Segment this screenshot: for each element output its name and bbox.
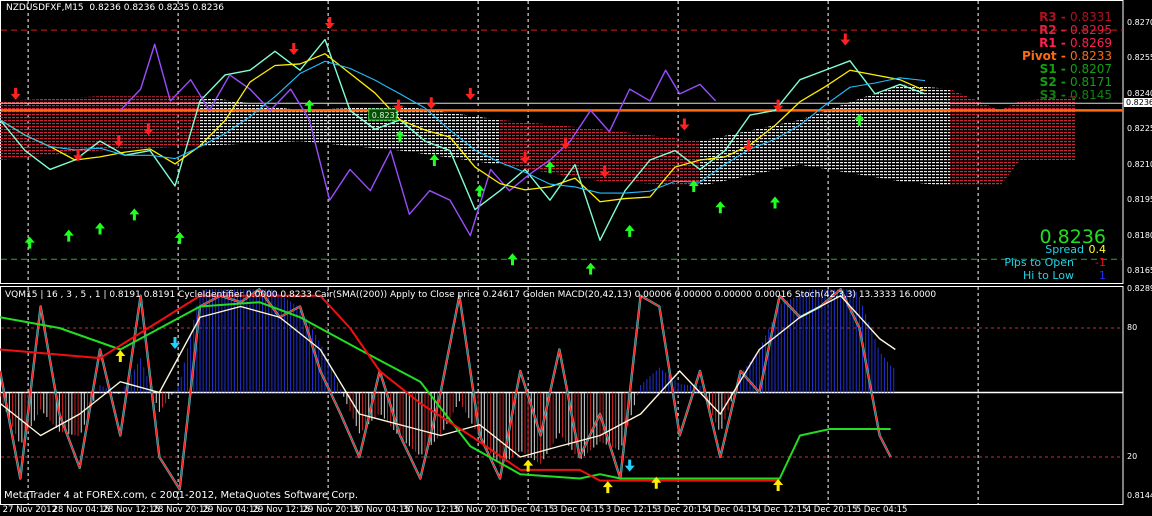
sell-arrow-icon — [465, 87, 476, 100]
time-axis-label: 30 Nov 20:15 — [452, 505, 510, 515]
price-axis-label: 0.8270 — [1127, 18, 1152, 27]
ichimoku-cloud-segment — [1000, 100, 1021, 186]
price-axis-label: 0.8195 — [1127, 195, 1152, 205]
time-axis-label: 28 Nov 12:15 — [102, 505, 160, 515]
hi-to-low-value: 1 — [1099, 269, 1106, 282]
time-axis-label: 29 Nov 04:15 — [202, 505, 260, 515]
osc-axis-label: 80 — [1127, 323, 1138, 332]
time-axis-label: 28 Nov 20:15 — [152, 505, 210, 515]
chart-header: NZDUSDFXF,M15 0.8236 0.8236 0.8235 0.823… — [6, 3, 224, 14]
osc-axis-label: 20 — [1127, 452, 1138, 461]
price-tag: 0.8231 — [368, 108, 400, 121]
ichimoku-cloud-segment — [900, 84, 950, 186]
hi-to-low-label: Hi to Low — [1022, 269, 1074, 282]
pivot-value: 0.8269 — [1070, 36, 1112, 50]
pivot-label: Pivot - — [1021, 49, 1070, 63]
osc-axis-label: 0.8144 — [1127, 491, 1152, 500]
pips-to-open-label: Pips to Open — [1004, 256, 1074, 269]
pivot-label: R2 - — [1039, 23, 1070, 37]
pivot-label: S1 - — [1039, 62, 1070, 76]
time-axis-label: 29 Nov 12:15 — [252, 505, 310, 515]
up-arrow-icon — [115, 349, 126, 362]
ichimoku-cloud-segment — [400, 105, 500, 165]
price-tag-text: 0.8231 — [372, 111, 400, 120]
buy-arrow-icon — [770, 196, 780, 209]
copyright-text: MetaTrader 4 at FOREX.com, c 2001-2012, … — [4, 490, 359, 501]
time-axis-label: 3 Dec 12:15 — [605, 505, 658, 515]
time-axis-label: 30 Nov 04:15 — [352, 505, 410, 515]
time-axis-label: 4 Dec 12:15 — [755, 505, 808, 515]
spread-value: 0.4 — [1088, 243, 1107, 256]
time-axis-label: 28 Nov 04:15 — [52, 505, 110, 515]
price-axis-label: 0.8210 — [1127, 159, 1152, 169]
time-axis-label: 4 Dec 20:15 — [805, 505, 858, 515]
price-axis-label: 0.8240 — [1127, 88, 1152, 98]
pivot-label: R1 - — [1039, 36, 1070, 50]
pivot-label: S2 - — [1039, 75, 1070, 89]
price-axis-label: 0.8165 — [1127, 265, 1152, 275]
buy-arrow-icon — [129, 208, 140, 221]
sell-arrow-icon — [426, 97, 437, 110]
time-axis-label: 3 Dec 04:15 — [552, 505, 605, 515]
pivot-value: 0.8207 — [1070, 62, 1112, 76]
ichimoku-cloud-segment — [800, 84, 900, 182]
buy-arrow-icon — [715, 201, 726, 214]
buy-arrow-icon — [24, 236, 35, 249]
time-axis-label: 27 Nov 2012 — [2, 505, 58, 515]
buy-arrow-icon — [63, 229, 74, 242]
pips-to-open-value: -1 — [1095, 256, 1106, 269]
pivot-label: R3 - — [1039, 10, 1070, 24]
pivot-value: 0.8331 — [1070, 10, 1112, 24]
pivot-value: 0.8145 — [1070, 88, 1112, 102]
ichimoku-cloud-segment — [0, 96, 100, 160]
current-price-tag: 0.8236 — [1124, 98, 1152, 108]
time-axis-label: 30 Nov 12:15 — [402, 505, 460, 515]
chart-canvas[interactable]: 0.8231 — [0, 0, 1152, 516]
down-arrow-icon — [624, 459, 635, 472]
buy-arrow-icon — [507, 253, 518, 266]
time-axis-label: 4 Dec 04:15 — [705, 505, 758, 515]
pivot-level-s3: S3 - 0.8145 — [1040, 89, 1112, 102]
ichimoku-cloud-segment — [1020, 96, 1075, 160]
up-arrow-icon — [602, 481, 613, 494]
sell-arrow-icon — [10, 87, 21, 100]
ohlc-values: 0.8236 0.8236 0.8235 0.8236 — [89, 3, 224, 13]
symbol-label: NZDUSDFXF,M15 — [6, 3, 84, 13]
series-fast — [0, 288, 892, 490]
buy-arrow-icon — [95, 222, 105, 235]
time-axis-label: 1 Dec 04:15 — [502, 505, 555, 515]
osc-axis-label: 0.8289 — [1127, 284, 1152, 293]
subwindow-header: VQM15 | 16 , 3 , 5 , 1 | 0.8191 0.8191 C… — [5, 290, 937, 300]
sell-arrow-icon — [679, 118, 690, 131]
buy-arrow-icon — [624, 224, 635, 237]
sell-arrow-icon — [324, 17, 335, 29]
pivot-value: 0.8233 — [1070, 49, 1112, 63]
sell-arrow-icon — [840, 33, 851, 46]
ichimoku-cloud-segment — [700, 119, 800, 186]
sell-arrow-icon — [288, 42, 299, 55]
price-axis-label: 0.8255 — [1127, 53, 1152, 63]
time-axis-label: 3 Dec 20:15 — [655, 505, 708, 515]
time-axis-label: 5 Dec 04:15 — [855, 505, 908, 515]
buy-arrow-icon — [174, 231, 185, 244]
spread-label: Spread — [1045, 243, 1084, 256]
pivot-label: S3 - — [1039, 88, 1070, 102]
price-axis-label: 0.8180 — [1127, 230, 1152, 240]
price-axis-label: 0.8225 — [1127, 124, 1152, 134]
pivot-value: 0.8295 — [1070, 23, 1112, 37]
buy-arrow-icon — [585, 262, 596, 275]
pivot-value: 0.8171 — [1070, 75, 1112, 89]
time-axis-label: 29 Nov 20:15 — [302, 505, 360, 515]
